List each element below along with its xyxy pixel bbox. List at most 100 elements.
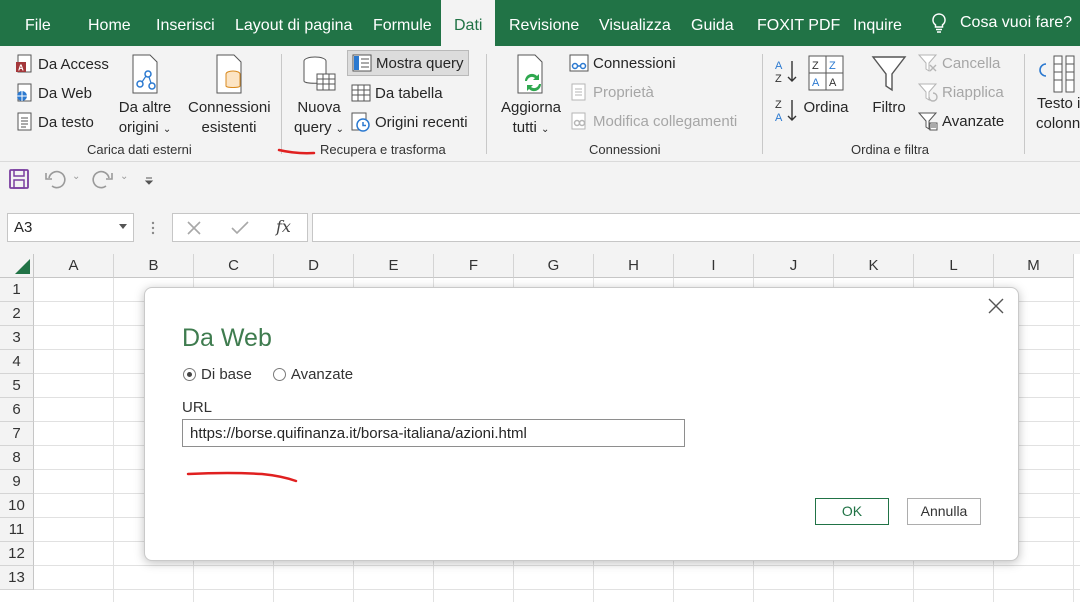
other-sources-line2: origini ⌄ bbox=[118, 119, 172, 136]
column-header-k[interactable]: K bbox=[834, 254, 914, 278]
formula-input[interactable] bbox=[312, 213, 1080, 242]
filter-label: Filtro bbox=[872, 99, 906, 116]
sort-a-z-button[interactable]: AZ bbox=[775, 58, 799, 90]
column-header-b[interactable]: B bbox=[114, 254, 194, 278]
gridline-vertical bbox=[113, 278, 114, 602]
insert-function-icon[interactable]: fx bbox=[276, 217, 291, 236]
column-header-m[interactable]: M bbox=[994, 254, 1074, 278]
row-header-1[interactable]: 1 bbox=[0, 278, 34, 302]
refresh-all-button[interactable]: Aggiorna tutti ⌄ bbox=[496, 54, 566, 140]
column-header-j[interactable]: J bbox=[754, 254, 834, 278]
column-header-c[interactable]: C bbox=[194, 254, 274, 278]
column-header-l[interactable]: L bbox=[914, 254, 994, 278]
data-source-icon bbox=[132, 54, 158, 94]
basic-radio-label[interactable]: Di base bbox=[201, 366, 252, 383]
filter-funnel-icon bbox=[871, 56, 907, 92]
column-header-d[interactable]: D bbox=[274, 254, 354, 278]
redo-icon[interactable] bbox=[90, 168, 114, 190]
row-header-9[interactable]: 9 bbox=[0, 470, 34, 494]
row-header-2[interactable]: 2 bbox=[0, 302, 34, 326]
group-label-connections: Connessioni bbox=[589, 142, 661, 157]
svg-text:Z: Z bbox=[775, 99, 782, 111]
sort-button[interactable]: ZZAA Ordina bbox=[802, 54, 850, 118]
new-query-button[interactable]: Nuova query ⌄ bbox=[292, 54, 346, 140]
ok-button[interactable]: OK bbox=[815, 498, 889, 525]
row-header-12[interactable]: 12 bbox=[0, 542, 34, 566]
row-header-7[interactable]: 7 bbox=[0, 422, 34, 446]
close-icon[interactable] bbox=[986, 296, 1006, 316]
customize-toolbar-icon[interactable] bbox=[144, 176, 154, 186]
cancel-entry-icon[interactable] bbox=[187, 221, 201, 235]
tab-formulas[interactable]: Formule bbox=[373, 0, 432, 46]
from-web-button[interactable]: Da Web bbox=[16, 80, 92, 106]
recent-sources-button[interactable]: Origini recenti bbox=[351, 109, 468, 135]
new-query-line2: query ⌄ bbox=[293, 119, 345, 136]
edit-links-button[interactable]: Modifica collegamenti bbox=[569, 108, 737, 134]
chevron-down-icon bbox=[119, 224, 127, 229]
tab-page-layout[interactable]: Layout di pagina bbox=[235, 0, 352, 46]
row-header-13[interactable]: 13 bbox=[0, 566, 34, 590]
svg-text:Z: Z bbox=[775, 73, 782, 85]
tab-foxit-pdf[interactable]: FOXIT PDF bbox=[757, 0, 840, 46]
redo-dropdown-icon[interactable]: ⌄ bbox=[120, 171, 128, 182]
column-header-h[interactable]: H bbox=[594, 254, 674, 278]
save-icon[interactable] bbox=[8, 168, 30, 190]
formula-buttons: fx bbox=[172, 213, 308, 242]
refresh-all-line1: Aggiorna bbox=[500, 99, 562, 116]
name-box[interactable]: A3 bbox=[7, 213, 134, 242]
cancel-button[interactable]: Annulla bbox=[907, 498, 981, 525]
tab-help[interactable]: Guida bbox=[691, 0, 734, 46]
tab-view[interactable]: Visualizza bbox=[599, 0, 671, 46]
other-sources-button[interactable]: Da altre origini ⌄ bbox=[114, 54, 176, 140]
confirm-entry-icon[interactable] bbox=[231, 221, 249, 235]
clear-filter-button[interactable]: Cancella bbox=[918, 50, 1000, 76]
sort-z-a-button[interactable]: ZA bbox=[775, 97, 799, 129]
connections-button[interactable]: Connessioni bbox=[569, 50, 676, 76]
tab-home[interactable]: Home bbox=[88, 0, 131, 46]
from-table-button[interactable]: Da tabella bbox=[351, 80, 443, 106]
gridline-horizontal bbox=[34, 565, 1080, 566]
reapply-button[interactable]: Riapplica bbox=[918, 79, 1004, 105]
row-header-8[interactable]: 8 bbox=[0, 446, 34, 470]
text-to-columns-button[interactable]: Testo in colonne bbox=[1032, 54, 1080, 134]
formula-bar-grip-icon[interactable] bbox=[150, 220, 156, 236]
tab-insert[interactable]: Inserisci bbox=[156, 0, 215, 46]
ribbon-data: A Da Access Da Web Da testo Da altre ori… bbox=[0, 46, 1080, 162]
url-input[interactable] bbox=[182, 419, 685, 447]
from-text-button[interactable]: Da testo bbox=[16, 109, 94, 135]
row-header-6[interactable]: 6 bbox=[0, 398, 34, 422]
existing-connections-button[interactable]: Connessioni esistenti bbox=[188, 54, 271, 138]
svg-text:A: A bbox=[775, 60, 783, 72]
column-header-e[interactable]: E bbox=[354, 254, 434, 278]
properties-button[interactable]: Proprietà bbox=[569, 79, 654, 105]
select-all-corner[interactable] bbox=[0, 254, 34, 278]
advanced-radio[interactable] bbox=[272, 368, 286, 381]
tab-inquire[interactable]: Inquire bbox=[853, 0, 902, 46]
from-web-label: Da Web bbox=[38, 84, 92, 102]
group-label-get-external-data: Carica dati esterni bbox=[87, 142, 192, 157]
svg-text:A: A bbox=[775, 112, 783, 124]
filter-button[interactable]: Filtro bbox=[866, 54, 912, 118]
row-header-10[interactable]: 10 bbox=[0, 494, 34, 518]
tab-file[interactable]: File bbox=[25, 0, 51, 46]
advanced-radio-label[interactable]: Avanzate bbox=[291, 366, 353, 383]
row-header-11[interactable]: 11 bbox=[0, 518, 34, 542]
advanced-filter-button[interactable]: Avanzate bbox=[918, 108, 1004, 134]
row-header-4[interactable]: 4 bbox=[0, 350, 34, 374]
undo-dropdown-icon[interactable]: ⌄ bbox=[72, 171, 80, 182]
tab-data[interactable]: Dati bbox=[441, 0, 496, 46]
row-header-3[interactable]: 3 bbox=[0, 326, 34, 350]
column-header-g[interactable]: G bbox=[514, 254, 594, 278]
row-header-5[interactable]: 5 bbox=[0, 374, 34, 398]
from-access-button[interactable]: A Da Access bbox=[16, 51, 109, 77]
column-header-f[interactable]: F bbox=[434, 254, 514, 278]
column-header-a[interactable]: A bbox=[34, 254, 114, 278]
svg-text:Z: Z bbox=[829, 60, 836, 72]
ribbon-separator bbox=[762, 54, 763, 154]
show-queries-button[interactable]: Mostra query bbox=[347, 50, 469, 76]
tell-me-box[interactable]: Cosa vuoi fare? bbox=[930, 0, 1072, 46]
column-header-i[interactable]: I bbox=[674, 254, 754, 278]
undo-icon[interactable] bbox=[44, 168, 68, 190]
basic-radio[interactable] bbox=[183, 368, 196, 381]
tab-review[interactable]: Revisione bbox=[509, 0, 579, 46]
